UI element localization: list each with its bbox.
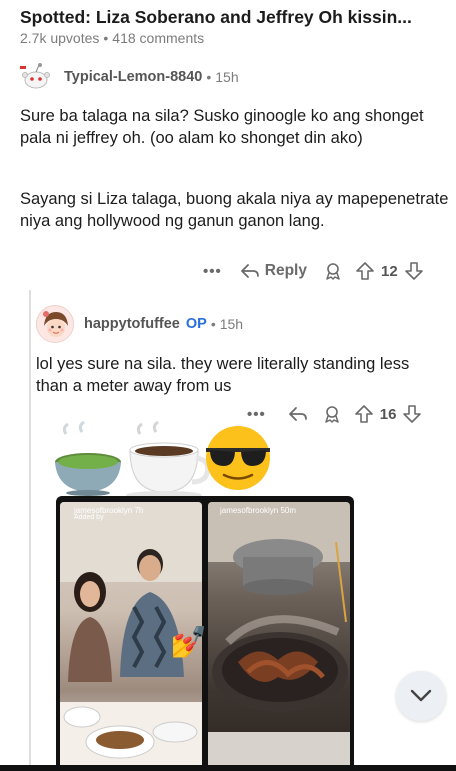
time-separator: • xyxy=(206,69,212,85)
vote-count: 12 xyxy=(380,262,398,280)
award-icon xyxy=(325,406,339,423)
time-separator: • xyxy=(210,316,216,332)
award-button[interactable] xyxy=(323,261,343,281)
upvote-button[interactable] xyxy=(355,261,375,281)
bottom-edge-bar xyxy=(0,765,456,771)
scroll-down-button[interactable] xyxy=(396,671,446,721)
reply-author[interactable]: happytofuffee xyxy=(84,316,180,332)
post-title[interactable]: Spotted: Liza Soberano and Jeffrey Oh ki… xyxy=(20,6,450,28)
comment-paragraph: Sure ba talaga na sila? Susko ginoogle k… xyxy=(20,107,424,147)
coffee-emoji xyxy=(126,420,211,499)
vote-count: 16 xyxy=(379,405,397,423)
matcha-tea-emoji xyxy=(55,420,121,496)
comment-paragraph: Sayang si Liza talaga, buong akala niya … xyxy=(20,190,449,230)
story-username-right: jamesofbrooklyn 50m xyxy=(220,506,297,515)
comment-time: 15h xyxy=(215,69,239,85)
reply-arrow-icon xyxy=(288,407,307,421)
comment-author[interactable]: Typical-Lemon-8840 xyxy=(64,69,202,85)
chevron-down-icon xyxy=(410,689,432,702)
downvote-button[interactable] xyxy=(402,404,422,424)
downvote-icon xyxy=(403,405,422,423)
story-photo-right[interactable]: jamesofbrooklyn 50m xyxy=(208,502,350,771)
comment-author-row: Typical-Lemon-8840 • 15h xyxy=(16,62,239,92)
upvote-icon xyxy=(356,262,374,280)
emoji-row xyxy=(52,420,282,500)
comment-count: 418 comments xyxy=(112,30,205,46)
upvote-button[interactable] xyxy=(354,404,374,424)
nail-polish-sticker: 💅 xyxy=(170,626,208,659)
user-avatar[interactable] xyxy=(36,305,74,343)
award-button[interactable] xyxy=(322,404,342,424)
thread-line[interactable] xyxy=(29,290,31,771)
downvote-icon xyxy=(404,262,423,280)
reply-arrow-icon xyxy=(240,264,259,278)
post-meta: 2.7k upvotes • 418 comments xyxy=(20,30,450,46)
story-added-by: Added by xyxy=(74,514,104,521)
reply-button[interactable] xyxy=(288,406,308,422)
snoo-avatar[interactable] xyxy=(16,62,56,92)
upvote-icon xyxy=(354,405,373,423)
comment-actions: ••• Reply 12 xyxy=(203,261,424,281)
meta-separator: • xyxy=(103,30,109,46)
more-options-button[interactable]: ••• xyxy=(203,263,222,280)
downvote-button[interactable] xyxy=(404,261,424,281)
post-header[interactable]: Spotted: Liza Soberano and Jeffrey Oh ki… xyxy=(20,6,450,46)
reply-label: Reply xyxy=(264,262,307,279)
award-icon xyxy=(326,263,340,280)
reply-text: lol yes sure na sila. they were literall… xyxy=(36,355,410,395)
sunglasses-emoji xyxy=(206,426,270,490)
upvote-count: 2.7k upvotes xyxy=(20,30,100,46)
reply-author-row: happytofuffee OP • 15h xyxy=(36,305,243,343)
op-badge: OP xyxy=(185,316,207,332)
reply-button[interactable]: Reply xyxy=(240,262,307,280)
reply-time: 15h xyxy=(219,316,244,332)
photo-attachment[interactable]: jamesofbrooklyn 7h Added by jamesofbrook… xyxy=(56,496,354,771)
